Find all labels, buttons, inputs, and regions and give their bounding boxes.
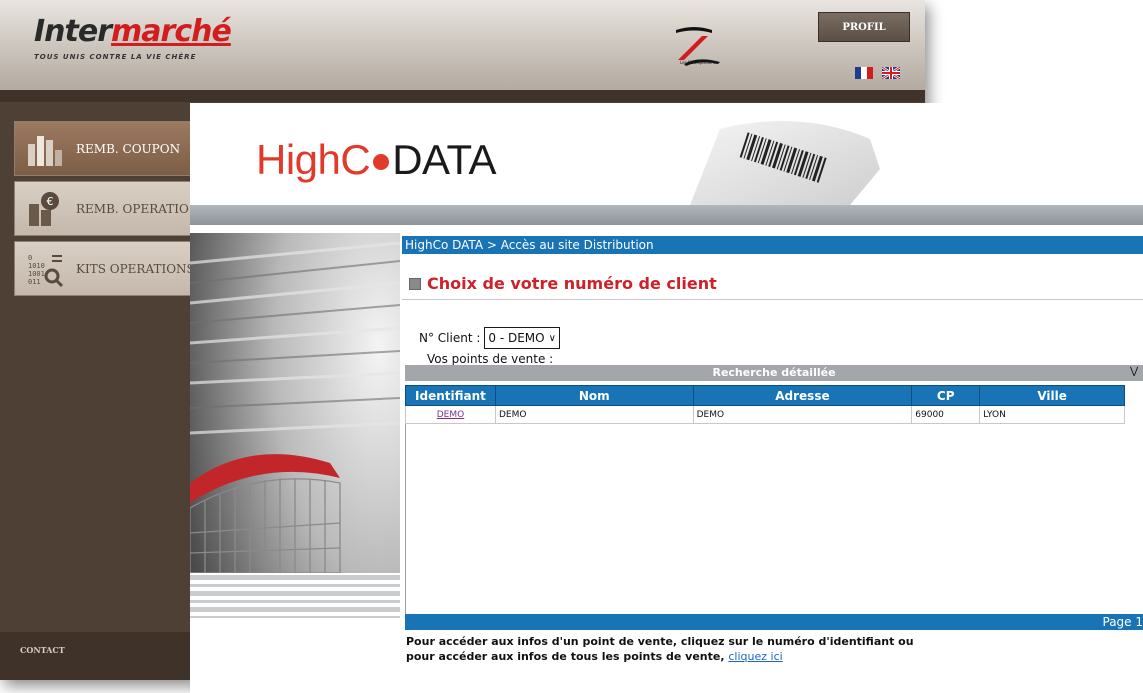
spacer — [190, 225, 1143, 233]
table-row: DEMO DEMO DEMO 69000 LYON — [405, 405, 1125, 424]
profil-button[interactable]: PROFIL — [818, 12, 910, 42]
cell-adresse: DEMO — [692, 405, 913, 424]
svg-text:0: 0 — [28, 254, 32, 262]
svg-text:1001: 1001 — [28, 270, 45, 278]
menu-item-remb-operation[interactable]: € REMB. OPERATIO — [14, 181, 214, 236]
title-square-icon — [409, 277, 421, 290]
french-flag-icon[interactable] — [855, 67, 873, 79]
uk-flag-icon[interactable] — [882, 67, 900, 79]
client-selected-value: 0 - DEMO — [488, 331, 545, 345]
title-separator — [402, 299, 1143, 300]
logo-dot-icon — [373, 153, 390, 170]
column-header-adresse[interactable]: Adresse — [692, 385, 913, 406]
euro-operation-icon: € — [29, 191, 59, 226]
column-header-identifiant[interactable]: Identifiant — [405, 385, 496, 406]
menu-item-label: REMB. OPERATIO — [76, 201, 189, 216]
page-title: Choix de votre numéro de client — [427, 274, 717, 293]
identifiant-link[interactable]: DEMO — [437, 410, 464, 420]
highco-banner: HighC DATA — [190, 103, 1143, 205]
highco-data-logo: HighC DATA — [256, 136, 496, 184]
pagination-bar: Page 1 — [405, 614, 1143, 630]
logo-text-data: DATA — [392, 136, 496, 183]
section-title: Choix de votre numéro de client — [409, 274, 717, 293]
table-header-row: Identifiant Nom Adresse CP Ville — [405, 385, 1125, 406]
highco-window: HighC DATA HighCo DATA > Accès au site D… — [190, 103, 1143, 693]
intermarche-slogan: TOUS UNIS CONTRE LA VIE CHÈRE — [34, 53, 197, 61]
menu-item-label: KITS OPERATIONS — [76, 261, 195, 276]
page-indicator[interactable]: Page 1 — [1103, 615, 1143, 629]
info-text-line1: Pour accéder aux infos d'un point de ven… — [406, 635, 914, 648]
logo-text-inter: Inter — [34, 14, 112, 49]
logo-text-marche: marché — [111, 14, 232, 49]
menu-item-kits-operations[interactable]: 0 1010 1001 011 KITS OPERATIONS — [14, 241, 214, 296]
cliquez-ici-link[interactable]: cliquez ici — [728, 650, 782, 663]
info-text-line2-label: pour accéder aux infos de tous les point… — [406, 650, 725, 663]
column-header-cp[interactable]: CP — [911, 385, 981, 406]
partner-caption: Les Mousquetaires — [680, 60, 718, 65]
supermarket-aisle-image — [190, 233, 400, 693]
breadcrumb: HighCo DATA > Accès au site Distribution — [402, 236, 1143, 254]
binary-magnifier-icon: 0 1010 1001 011 — [28, 254, 64, 287]
highco-grey-bar — [190, 205, 1143, 225]
client-number-select[interactable]: 0 - DEMO ∨ — [484, 327, 560, 349]
language-flags — [855, 67, 900, 79]
cell-ville: LYON — [979, 405, 1125, 424]
svg-text:€: € — [47, 195, 54, 208]
chevron-down-icon: ∨ — [548, 332, 556, 344]
points-de-vente-label: Vos points de vente : — [427, 352, 554, 366]
svg-text:1010: 1010 — [28, 262, 45, 270]
client-selector-row: N° Client : 0 - DEMO ∨ — [419, 327, 560, 349]
intermarche-header: Intermarché TOUS UNIS CONTRE LA VIE CHÈR… — [0, 0, 925, 90]
column-header-nom[interactable]: Nom — [494, 385, 694, 406]
logo-text-highco: HighC — [256, 136, 371, 183]
menu-item-remb-coupon[interactable]: REMB. COUPON — [14, 121, 214, 176]
svg-text:011: 011 — [28, 278, 41, 286]
points-de-vente-table: Identifiant Nom Adresse CP Ville DEMO DE… — [405, 385, 1125, 424]
cell-cp: 69000 — [911, 405, 981, 424]
recherche-detaillee-bar[interactable]: Recherche détaillée — [405, 365, 1143, 381]
expand-icon[interactable]: ⋁ — [1130, 366, 1138, 377]
coupon-bars-icon — [28, 135, 62, 166]
barcode-ticket-icon — [690, 121, 880, 205]
header-band — [0, 90, 925, 102]
cell-identifiant: DEMO — [405, 405, 496, 424]
cell-nom: DEMO — [494, 405, 694, 424]
intermarche-logo[interactable]: Intermarché — [34, 14, 232, 49]
menu-item-label: REMB. COUPON — [76, 141, 181, 156]
contact-link[interactable]: CONTACT — [20, 645, 65, 655]
info-text-line2: pour accéder aux infos de tous les point… — [406, 650, 783, 663]
client-label: N° Client : — [419, 331, 481, 345]
column-header-ville[interactable]: Ville — [979, 385, 1125, 406]
